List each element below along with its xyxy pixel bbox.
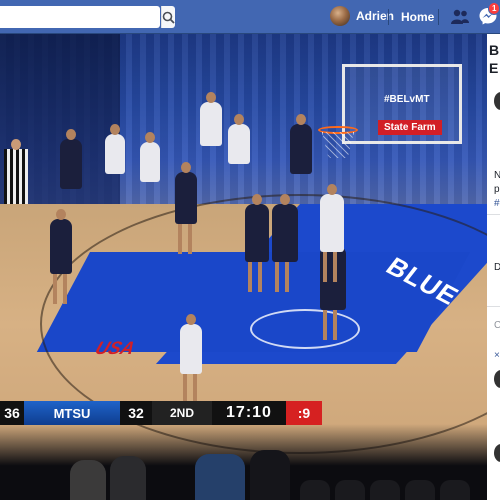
search-box bbox=[0, 6, 175, 28]
side-text: N bbox=[494, 170, 500, 181]
search-input[interactable] bbox=[0, 6, 161, 28]
notification-badge: 1 bbox=[488, 2, 500, 15]
shot-clock: :9 bbox=[286, 401, 322, 425]
bench-player bbox=[200, 92, 222, 146]
player-belmont bbox=[50, 209, 72, 304]
home-link[interactable]: Home bbox=[401, 10, 434, 24]
courtside-crowd bbox=[0, 424, 487, 500]
player-belmont bbox=[175, 162, 197, 254]
scoreboard: 36 MTSU 32 2ND 17:10 :9 bbox=[0, 401, 322, 425]
side-heading: E bbox=[489, 60, 499, 76]
backboard-hashtag: #BELvMT bbox=[384, 94, 430, 105]
sponsor-sign: State Farm bbox=[378, 120, 442, 135]
team-name: MTSU bbox=[24, 401, 120, 425]
home-score: 32 bbox=[120, 401, 152, 425]
profile-link[interactable]: Adrien bbox=[330, 5, 394, 27]
away-score: 36 bbox=[0, 401, 24, 425]
court-logo: USA bbox=[92, 338, 138, 358]
side-text: D bbox=[494, 262, 500, 273]
bench-player bbox=[140, 132, 160, 182]
side-hashtag-link[interactable]: # bbox=[494, 198, 500, 209]
side-avatar[interactable] bbox=[494, 444, 500, 462]
side-avatar[interactable] bbox=[494, 370, 500, 388]
live-video-player[interactable]: BLUE USA #BELvMT State Farm 36 MTSU 32 2… bbox=[0, 34, 487, 500]
side-avatar[interactable] bbox=[494, 92, 500, 110]
divider bbox=[438, 9, 439, 25]
video-side-panel: B E N p # D C × bbox=[487, 34, 500, 500]
referee bbox=[4, 139, 28, 204]
avatar bbox=[330, 6, 350, 26]
side-close-link[interactable]: × bbox=[494, 350, 500, 361]
divider bbox=[388, 9, 389, 25]
player-belmont bbox=[245, 194, 269, 292]
bench-player bbox=[228, 114, 250, 164]
side-heading: B bbox=[489, 42, 500, 58]
search-icon bbox=[162, 11, 175, 24]
search-button[interactable] bbox=[161, 6, 175, 28]
game-period: 2ND bbox=[152, 401, 212, 425]
player-mtsu bbox=[320, 184, 344, 282]
coach bbox=[290, 114, 312, 174]
game-clock: 17:10 bbox=[212, 401, 286, 425]
bench-player bbox=[105, 124, 125, 174]
side-comment-label: C bbox=[494, 320, 500, 331]
court-circle bbox=[250, 309, 360, 349]
friend-requests-icon[interactable] bbox=[450, 7, 470, 27]
coach bbox=[60, 129, 82, 189]
player-mtsu bbox=[180, 314, 202, 404]
player-belmont bbox=[272, 194, 298, 292]
side-text: p bbox=[494, 184, 500, 195]
facebook-top-bar: Adrien Home 1 bbox=[0, 0, 500, 34]
